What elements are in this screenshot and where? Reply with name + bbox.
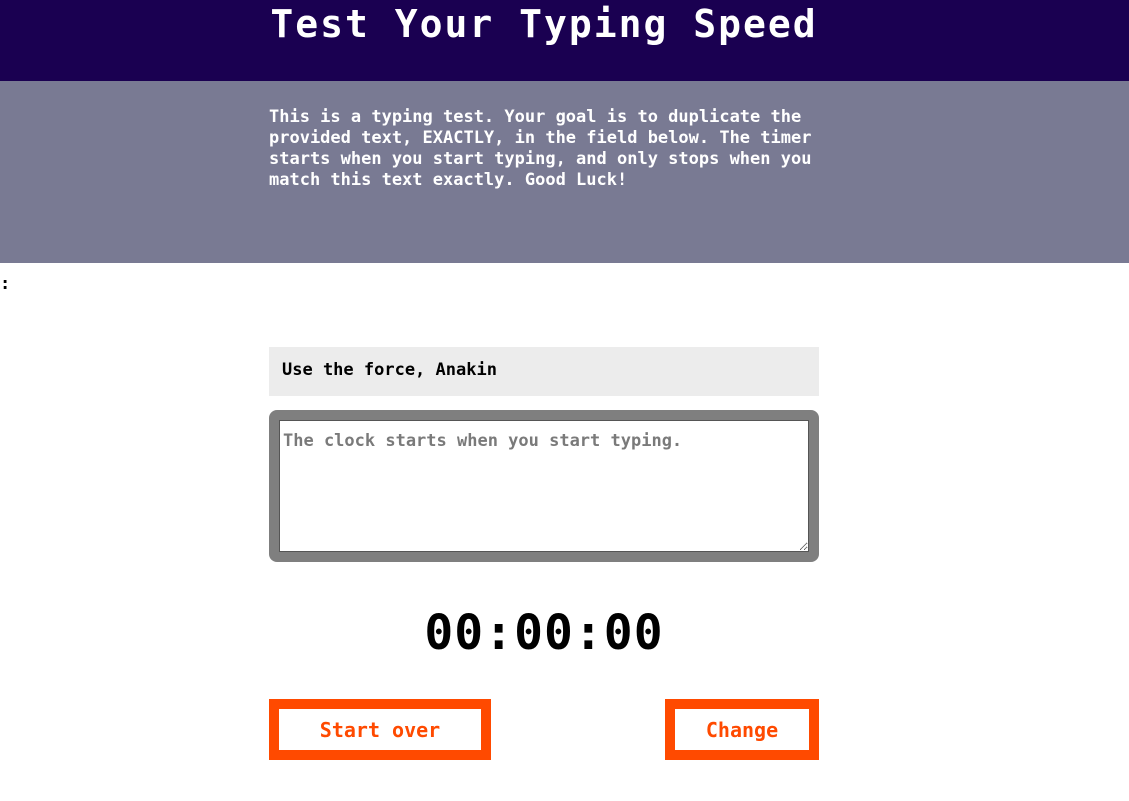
timer-display: 00:00:00 [424, 605, 664, 661]
intro-text: This is a typing test. Your goal is to d… [269, 107, 812, 190]
change-button[interactable]: Change [665, 699, 819, 760]
stray-colon: : [0, 274, 11, 294]
origin-text: Use the force, Anakin [269, 347, 819, 396]
intro-panel: This is a typing test. Your goal is to d… [0, 81, 1129, 263]
start-over-button[interactable]: Start over [269, 699, 491, 760]
typing-input[interactable] [279, 420, 809, 552]
origin-text-label: Use the force, Anakin [282, 360, 497, 380]
test-area-wrapper [269, 410, 819, 562]
page-title: Test Your Typing Speed [270, 2, 818, 46]
masthead: Test Your Typing Speed [0, 0, 1129, 81]
